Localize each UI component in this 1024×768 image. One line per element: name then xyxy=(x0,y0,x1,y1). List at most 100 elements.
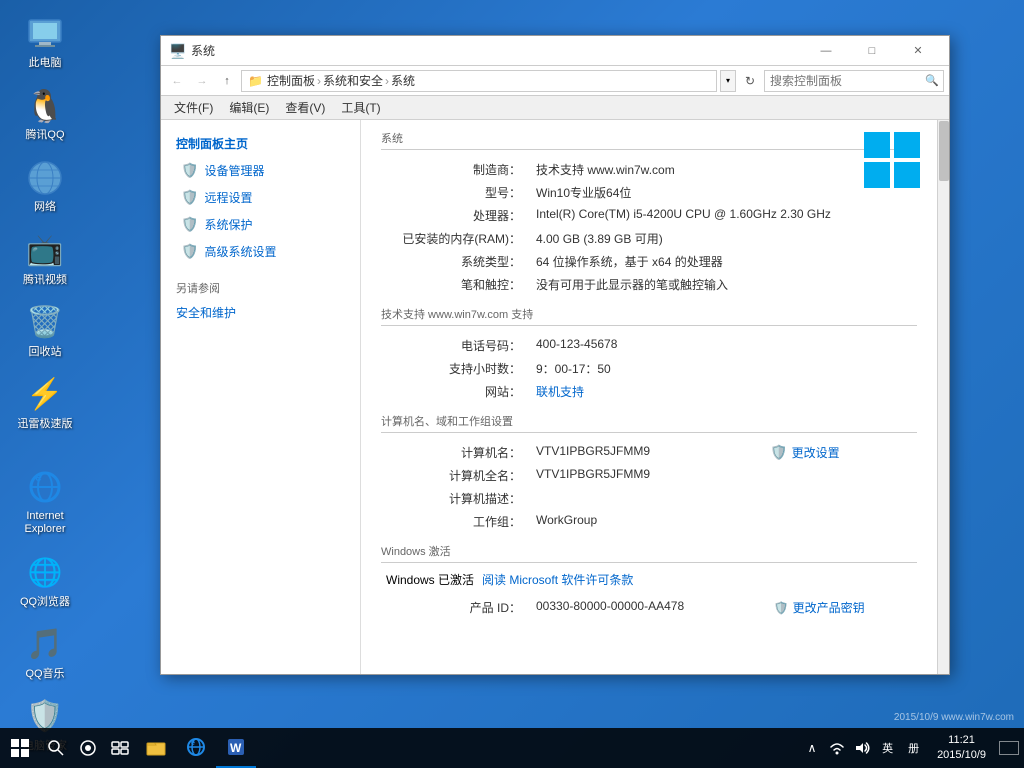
support-hours-row: 支持小时数： 9：00-17：50 xyxy=(381,357,917,380)
scrollbar-track[interactable] xyxy=(937,120,949,674)
change-settings-shield-icon: 🛡️ xyxy=(770,444,787,461)
svg-text:e: e xyxy=(35,470,42,484)
window-titlebar: 🖥️ 系统 — □ ✕ xyxy=(161,36,949,66)
desktop-icon-qq-browser[interactable]: 🌐 QQ浏览器 xyxy=(10,549,80,613)
tray-lang-label[interactable]: 英 xyxy=(877,740,898,756)
desktop-icon-network[interactable]: 网络 xyxy=(10,154,80,218)
ram-value: 4.00 GB (3.89 GB 可用) xyxy=(531,227,917,250)
sidebar-also-see-title: 另请参阅 xyxy=(161,275,360,301)
minimize-button[interactable]: — xyxy=(803,36,849,66)
product-id-value: 00330-80000-00000-AA478 xyxy=(531,596,754,619)
sidebar-item-remote-settings[interactable]: 🛡️ 远程设置 xyxy=(161,184,360,211)
window-title-text: 系统 xyxy=(191,42,803,59)
windows-activation-header: Windows 激活 xyxy=(381,543,917,563)
website-label: 网站： xyxy=(381,380,531,403)
qq-music-icon: 🎵 xyxy=(25,625,65,665)
desktop-icon-qq-music-label: QQ音乐 xyxy=(25,668,64,681)
this-pc-icon xyxy=(25,14,65,54)
address-dropdown-button[interactable]: ▾ xyxy=(720,70,736,92)
window-controls: — □ ✕ xyxy=(803,36,941,66)
shield-blue-icon-4: 🛡️ xyxy=(181,243,198,260)
website-value[interactable]: 联机支持 xyxy=(531,380,917,403)
ram-row: 已安装的内存(RAM)： 4.00 GB (3.89 GB 可用) xyxy=(381,227,917,250)
desktop-icon-qq-music[interactable]: 🎵 QQ音乐 xyxy=(10,621,80,685)
search-input[interactable] xyxy=(770,74,925,88)
read-license-link[interactable]: 阅读 Microsoft 软件许可条款 xyxy=(482,571,633,588)
manufacturer-row: 制造商： 技术支持 www.win7w.com xyxy=(381,158,917,181)
website-link[interactable]: 联机支持 xyxy=(536,385,584,399)
taskbar-clock[interactable]: 11:21 2015/10/9 xyxy=(929,733,994,764)
manufacturer-label: 制造商： xyxy=(381,158,531,181)
taskbar-app-ie[interactable]: e xyxy=(176,728,216,768)
tray-volume-icon[interactable] xyxy=(852,738,872,758)
computer-full-name-label: 计算机全名： xyxy=(381,464,531,487)
path-sep-2: › xyxy=(385,74,389,88)
desktop-icon-recycle-bin[interactable]: 🗑️ 回收站 xyxy=(10,299,80,363)
thunder-icon: ⚡ xyxy=(25,375,65,415)
shield-blue-icon-3: 🛡️ xyxy=(181,216,198,233)
tray-wifi-icon[interactable] xyxy=(827,738,847,758)
search-icon[interactable]: 🔍 xyxy=(925,74,939,87)
desktop-icon-network-label: 网络 xyxy=(34,201,56,214)
window-title-icon: 🖥️ xyxy=(169,43,185,59)
nav-up-button[interactable]: ↑ xyxy=(216,70,238,92)
taskbar-tray: ∧ 英 册 xyxy=(797,728,929,768)
show-desktop-button[interactable] xyxy=(994,728,1024,768)
desktop-icon-this-pc[interactable]: 此电脑 xyxy=(10,10,80,74)
address-refresh-button[interactable]: ↻ xyxy=(739,70,761,92)
taskbar-app-file-explorer[interactable] xyxy=(136,728,176,768)
ram-label: 已安装的内存(RAM)： xyxy=(381,227,531,250)
desktop: 此电脑 🐧 腾讯QQ 网络 📺 腾讯视频 🗑️ 回收站 xyxy=(0,0,1024,768)
shield-blue-icon-1: 🛡️ xyxy=(181,162,198,179)
desktop-icon-ie[interactable]: e Internet Explorer xyxy=(10,463,80,540)
menu-view[interactable]: 查看(V) xyxy=(277,96,333,119)
activation-row: Windows 已激活 阅读 Microsoft 软件许可条款 xyxy=(381,571,917,588)
computer-desc-row: 计算机描述： xyxy=(381,487,917,510)
close-button[interactable]: ✕ xyxy=(895,36,941,66)
change-settings-button[interactable]: 🛡️ 更改设置 xyxy=(770,444,912,461)
taskbar-app-word[interactable]: W xyxy=(216,728,256,768)
model-row: 型号： Win10专业版64位 xyxy=(381,181,917,204)
taskbar-task-view-button[interactable] xyxy=(104,728,136,768)
sidebar-item-advanced-settings[interactable]: 🛡️ 高级系统设置 xyxy=(161,238,360,265)
folder-icon: 📁 xyxy=(248,74,263,88)
desktop-icon-ie-label: Internet Explorer xyxy=(14,510,76,536)
processor-row: 处理器： Intel(R) Core(TM) i5-4200U CPU @ 1.… xyxy=(381,204,917,227)
sidebar-section-title[interactable]: 控制面板主页 xyxy=(161,130,360,157)
tray-expand-button[interactable]: ∧ xyxy=(802,738,822,758)
tray-input-label[interactable]: 册 xyxy=(903,740,924,756)
basic-info-header: 系统 xyxy=(381,130,917,150)
start-button[interactable] xyxy=(0,728,40,768)
computer-name-row: 计算机名： VTV1IPBGR5JFMM9 🛡️ 更改设置 xyxy=(381,441,917,464)
maximize-button[interactable]: □ xyxy=(849,36,895,66)
menu-tools[interactable]: 工具(T) xyxy=(333,96,388,119)
change-product-key-label: 更改产品密钥 xyxy=(793,599,865,616)
sidebar-also-item-security[interactable]: 安全和维护 xyxy=(161,301,360,324)
address-path[interactable]: 📁 控制面板 › 系统和安全 › 系统 xyxy=(241,70,717,92)
sidebar-item-device-manager[interactable]: 🛡️ 设备管理器 xyxy=(161,157,360,184)
desktop-icon-thunder[interactable]: ⚡ 迅雷极速版 xyxy=(10,371,80,435)
system-window: 🖥️ 系统 — □ ✕ ← → ↑ 📁 控制面板 › 系统和安全 › 系统 ▾ … xyxy=(160,35,950,675)
system-info-table: 制造商： 技术支持 www.win7w.com 型号： Win10专业版64位 … xyxy=(381,158,917,296)
nav-forward-button[interactable]: → xyxy=(191,70,213,92)
search-box: 🔍 xyxy=(764,70,944,92)
menu-edit[interactable]: 编辑(E) xyxy=(221,96,277,119)
nav-back-button[interactable]: ← xyxy=(166,70,188,92)
phone-value: 400-123-45678 xyxy=(531,334,917,357)
desktop-icon-tencent-video[interactable]: 📺 腾讯视频 xyxy=(10,227,80,291)
clock-date: 2015/10/9 xyxy=(937,748,986,763)
sidebar-item-system-protection-label: 系统保护 xyxy=(204,216,252,233)
taskbar-cortana-button[interactable] xyxy=(72,728,104,768)
sidebar-item-system-protection[interactable]: 🛡️ 系统保护 xyxy=(161,211,360,238)
phone-label: 电话号码： xyxy=(381,334,531,357)
content-area: 控制面板主页 🛡️ 设备管理器 🛡️ 远程设置 🛡️ 系统保护 🛡️ 高级系统设… xyxy=(161,120,949,674)
menu-file[interactable]: 文件(F) xyxy=(166,96,221,119)
scrollbar-thumb[interactable] xyxy=(939,121,949,181)
change-product-key-button[interactable]: 🛡️ 更改产品密钥 xyxy=(774,599,912,616)
tencent-video-icon: 📺 xyxy=(25,231,65,271)
taskbar-search-button[interactable] xyxy=(40,728,72,768)
desktop-icon-qq[interactable]: 🐧 腾讯QQ xyxy=(10,82,80,146)
product-key-shield-icon: 🛡️ xyxy=(774,601,789,615)
computer-desc-label: 计算机描述： xyxy=(381,487,531,510)
path-item-3: 系统 xyxy=(391,72,415,89)
